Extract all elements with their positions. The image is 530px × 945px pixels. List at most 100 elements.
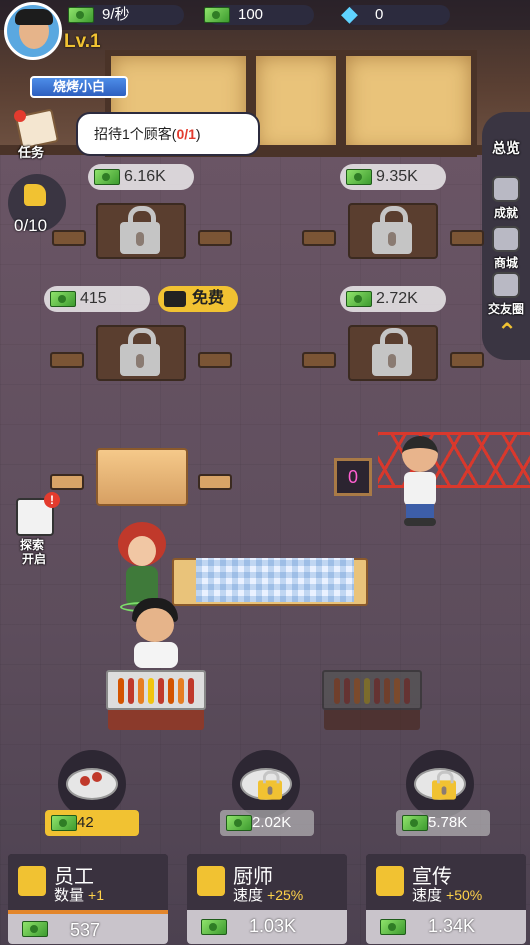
task-bubble[interactable]: 招待1个顾客(0/1) — [76, 112, 260, 156]
skewer — [178, 678, 184, 704]
lock-icon — [120, 328, 160, 376]
explore-button[interactable]: ! 探索 开启 — [12, 492, 62, 566]
cash-icon — [380, 919, 406, 935]
food-station[interactable] — [406, 750, 474, 818]
shop-icon — [492, 226, 520, 252]
stool — [302, 230, 336, 246]
queue-count: 0 — [347, 467, 358, 487]
income-rate: 9/秒 — [68, 5, 184, 25]
friends-icon — [492, 272, 520, 298]
table-unlock-price[interactable]: 2.72K — [340, 286, 446, 312]
task-text-prefix: 招待1个顾客( — [94, 126, 177, 142]
upgrade-card-chef[interactable]: 厨师 速度 +25% 1.03K — [187, 854, 347, 944]
table-unlock-price[interactable]: 415 — [44, 286, 150, 312]
achievements-label: 成就 — [493, 206, 518, 220]
cash-value: 100 — [238, 6, 264, 23]
lock-icon — [258, 770, 282, 800]
chef — [128, 598, 184, 670]
grill-active[interactable] — [106, 670, 206, 730]
upgrade-stat: 速度 — [233, 887, 264, 904]
thumb-up-icon — [24, 184, 46, 206]
upgrade-card-promo[interactable]: 宣传 速度 +50% 1.34K — [366, 854, 526, 944]
customer — [396, 436, 444, 528]
table-unlock-price[interactable]: 9.35K — [340, 164, 446, 190]
skewer — [334, 678, 340, 704]
station-price-value: 2.02K — [252, 814, 292, 831]
alert-icon: ! — [44, 492, 60, 508]
stool — [198, 352, 232, 368]
skewer — [384, 678, 390, 704]
cash-icon — [204, 7, 230, 23]
food-icon — [80, 776, 90, 786]
table-price-value: 9.35K — [376, 168, 418, 185]
lock-icon — [372, 328, 412, 376]
upgrade-cost: 1.34K — [428, 916, 476, 936]
lock-icon — [120, 206, 160, 254]
stool — [198, 230, 232, 246]
skewer — [374, 678, 380, 704]
grill-locked[interactable] — [322, 670, 422, 730]
likes-counter[interactable]: 0/10 — [8, 174, 66, 235]
upgrade-bonus: +1 — [88, 887, 104, 903]
window — [340, 50, 477, 157]
cash-icon — [22, 921, 48, 937]
upgrade-cost: 1.03K — [249, 916, 297, 936]
task-button[interactable]: 任务 — [10, 108, 60, 160]
stool — [450, 230, 484, 246]
stool — [50, 352, 84, 368]
skewer — [344, 678, 350, 704]
diamond-value: 0 — [375, 6, 384, 23]
cash-icon — [201, 919, 227, 935]
skewer — [364, 678, 370, 704]
food-station[interactable] — [232, 750, 300, 818]
free-label: 免费 — [192, 290, 225, 307]
skewer — [138, 678, 144, 704]
friends-button[interactable]: 交友圈 — [484, 272, 528, 317]
task-label: 任务 — [18, 145, 45, 160]
player-title: 烧烤小白 — [52, 79, 105, 94]
cash-icon — [226, 815, 252, 831]
window — [250, 50, 342, 157]
task-progress: 0/1 — [176, 126, 196, 142]
skewer — [394, 678, 400, 704]
lock-icon — [432, 770, 456, 800]
stool — [50, 474, 84, 490]
skewer — [354, 678, 360, 704]
upgrade-cost: 537 — [70, 920, 101, 940]
station-upgrade-price[interactable]: 42 — [45, 810, 139, 836]
level-label: Lv.1 — [64, 31, 101, 52]
table-price-value: 2.72K — [376, 290, 418, 307]
explore-sub: 开启 — [22, 552, 47, 566]
avatar[interactable] — [4, 2, 62, 60]
overview-button[interactable]: 总览 — [484, 138, 528, 158]
upgrade-stat: 数量 — [54, 887, 85, 904]
stool — [52, 230, 86, 246]
trophy-icon — [492, 176, 520, 202]
avatar-hair — [15, 9, 53, 25]
achievements-button[interactable]: 成就 — [484, 176, 528, 221]
station-upgrade-price[interactable]: 5.78K — [396, 810, 490, 836]
cash-icon — [51, 815, 77, 831]
skewer — [118, 678, 124, 704]
skewer — [158, 678, 164, 704]
cash-icon — [68, 7, 94, 23]
cash-counter: 100 — [204, 5, 314, 25]
wooden-table[interactable] — [96, 448, 188, 506]
task-text-suffix: ) — [195, 126, 201, 142]
free-unlock-button[interactable]: 免费 — [158, 286, 238, 312]
shop-label: 商城 — [493, 256, 518, 270]
plate-icon — [66, 768, 118, 800]
cash-icon — [402, 815, 428, 831]
diamond-icon: ◆ — [341, 1, 358, 26]
shop-button[interactable]: 商城 — [484, 226, 528, 271]
food-station[interactable] — [58, 750, 126, 818]
table-unlock-price[interactable]: 6.16K — [88, 164, 194, 190]
overview-label: 总览 — [492, 140, 520, 156]
upgrade-bonus: +25% — [267, 887, 304, 903]
cash-icon — [50, 291, 76, 307]
chevron-up-icon[interactable]: ⌃ — [494, 320, 520, 346]
worker-icon — [18, 866, 46, 896]
station-upgrade-price[interactable]: 2.02K — [220, 810, 314, 836]
skewer — [168, 678, 174, 704]
upgrade-card-staff[interactable]: 员工 数量 +1 537 — [8, 854, 168, 944]
